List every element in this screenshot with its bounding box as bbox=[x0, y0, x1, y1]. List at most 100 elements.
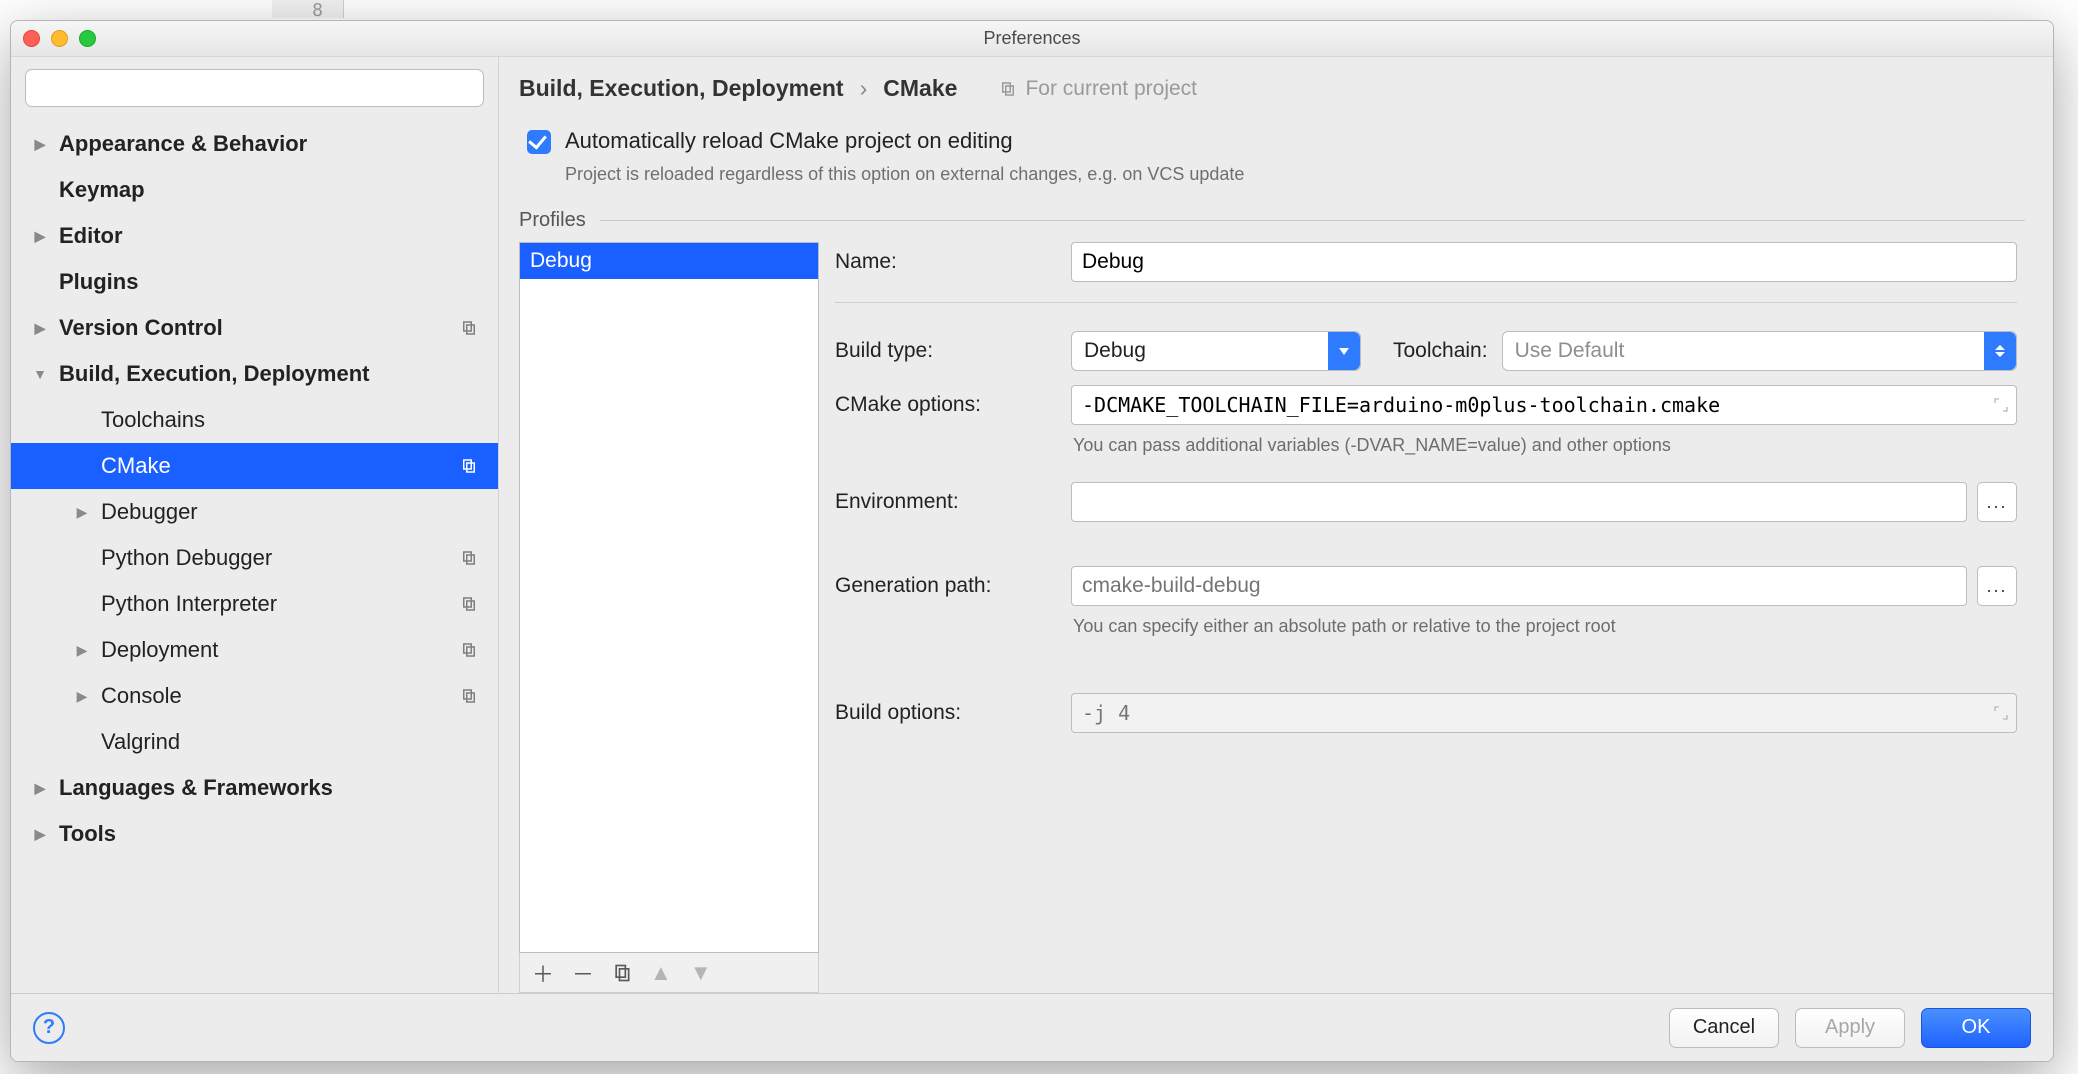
sidebar-item-toolchains[interactable]: Toolchains bbox=[11, 397, 498, 443]
search-input[interactable] bbox=[25, 69, 484, 107]
sidebar-item-label: Plugins bbox=[59, 269, 138, 295]
scope-label: For current project bbox=[999, 77, 1197, 101]
sidebar-item-build-execution-deployment[interactable]: ▼Build, Execution, Deployment bbox=[11, 351, 498, 397]
environment-input[interactable] bbox=[1071, 482, 1967, 522]
environment-browse-button[interactable]: ... bbox=[1977, 482, 2017, 522]
sidebar-item-languages-frameworks[interactable]: ▶ Languages & Frameworks bbox=[11, 765, 498, 811]
profile-item[interactable]: Debug bbox=[520, 243, 818, 279]
expand-arrow-icon: ▶ bbox=[31, 136, 49, 153]
add-profile-button[interactable]: ＋ bbox=[532, 957, 554, 989]
profile-list-panel: Debug ＋ － ▲ ▼ bbox=[519, 242, 819, 993]
profile-list[interactable]: Debug bbox=[519, 242, 819, 953]
generation-path-input[interactable] bbox=[1071, 566, 1967, 606]
expand-icon[interactable] bbox=[1993, 397, 2009, 413]
sidebar-item-label: Console bbox=[101, 683, 182, 709]
sidebar-item-valgrind[interactable]: Valgrind bbox=[11, 719, 498, 765]
toolchain-select[interactable]: Use Default bbox=[1502, 331, 2017, 371]
apply-button[interactable]: Apply bbox=[1795, 1008, 1905, 1048]
cmake-options-hint: You can pass additional variables (-DVAR… bbox=[1073, 435, 2017, 456]
profile-form: Name: Build type: Debug Toolchain: bbox=[835, 242, 2025, 993]
crumb-separator-icon: › bbox=[860, 75, 868, 102]
window-title: Preferences bbox=[11, 28, 2053, 49]
build-options-input[interactable] bbox=[1071, 693, 2017, 733]
sidebar-item-debugger[interactable]: ▶ Debugger bbox=[11, 489, 498, 535]
sidebar-item-label: Tools bbox=[59, 821, 116, 847]
name-label: Name: bbox=[835, 250, 1065, 274]
generation-path-label: Generation path: bbox=[835, 574, 1065, 598]
editor-gutter: 8 bbox=[272, 0, 344, 18]
sidebar-item-plugins[interactable]: Plugins bbox=[11, 259, 498, 305]
sidebar-item-cmake[interactable]: CMake bbox=[11, 443, 498, 489]
expand-icon[interactable] bbox=[1993, 705, 2009, 721]
auto-reload-label: Automatically reload CMake project on ed… bbox=[565, 128, 1013, 154]
expand-arrow-icon: ▶ bbox=[73, 504, 91, 521]
preferences-dialog: Preferences ▶ Appearance & Behavior Keymap… bbox=[10, 20, 2054, 1062]
chevron-updown-icon bbox=[1984, 332, 2016, 370]
name-input[interactable] bbox=[1071, 242, 2017, 282]
project-scope-icon bbox=[460, 457, 478, 475]
expand-arrow-icon: ▶ bbox=[31, 780, 49, 797]
sidebar-item-python-debugger[interactable]: Python Debugger bbox=[11, 535, 498, 581]
generation-path-hint: You can specify either an absolute path … bbox=[1073, 616, 2017, 637]
copy-profile-button[interactable] bbox=[612, 963, 632, 983]
expand-arrow-icon: ▶ bbox=[73, 688, 91, 705]
toolchain-label: Toolchain: bbox=[1393, 339, 1488, 363]
project-scope-icon bbox=[460, 595, 478, 613]
cancel-button[interactable]: Cancel bbox=[1669, 1008, 1779, 1048]
titlebar: Preferences bbox=[11, 21, 2053, 57]
sidebar-item-label: Python Debugger bbox=[101, 545, 272, 571]
crumb-leaf: CMake bbox=[883, 75, 957, 102]
sidebar: ▶ Appearance & Behavior Keymap ▶ Editor Plugi… bbox=[11, 57, 499, 993]
expand-arrow-icon: ▶ bbox=[31, 826, 49, 843]
sidebar-item-label: Appearance & Behavior bbox=[59, 131, 307, 157]
chevron-down-icon bbox=[1328, 332, 1360, 370]
sidebar-item-label: Toolchains bbox=[101, 407, 205, 433]
sidebar-item-label: Valgrind bbox=[101, 729, 180, 755]
sidebar-item-label: Deployment bbox=[101, 637, 218, 663]
project-scope-icon bbox=[999, 80, 1017, 98]
expand-arrow-icon: ▼ bbox=[31, 366, 49, 382]
dialog-footer: ? Cancel Apply OK bbox=[11, 993, 2053, 1061]
cmake-options-input[interactable] bbox=[1071, 385, 2017, 425]
move-up-button[interactable]: ▲ bbox=[650, 960, 672, 986]
environment-label: Environment: bbox=[835, 490, 1065, 514]
expand-arrow-icon: ▶ bbox=[31, 228, 49, 245]
cmake-options-label: CMake options: bbox=[835, 393, 1065, 417]
sidebar-item-label: CMake bbox=[101, 453, 171, 479]
auto-reload-checkbox[interactable] bbox=[527, 130, 551, 154]
build-type-select[interactable]: Debug bbox=[1071, 331, 1361, 371]
sidebar-item-appearance-behavior[interactable]: ▶ Appearance & Behavior bbox=[11, 121, 498, 167]
expand-arrow-icon: ▶ bbox=[31, 320, 49, 337]
sidebar-item-label: Keymap bbox=[59, 177, 145, 203]
sidebar-item-version-control[interactable]: ▶ Version Control bbox=[11, 305, 498, 351]
project-scope-icon bbox=[460, 549, 478, 567]
settings-tree: ▶ Appearance & Behavior Keymap ▶ Editor Plugi… bbox=[11, 115, 498, 993]
profile-toolbar: ＋ － ▲ ▼ bbox=[519, 953, 819, 993]
sidebar-item-deployment[interactable]: ▶ Deployment bbox=[11, 627, 498, 673]
auto-reload-help: Project is reloaded regardless of this o… bbox=[565, 164, 2025, 185]
sidebar-item-python-interpreter[interactable]: Python Interpreter bbox=[11, 581, 498, 627]
build-options-label: Build options: bbox=[835, 701, 1065, 725]
sidebar-item-editor[interactable]: ▶ Editor bbox=[11, 213, 498, 259]
move-down-button[interactable]: ▼ bbox=[690, 960, 712, 986]
project-scope-icon bbox=[460, 319, 478, 337]
sidebar-item-keymap[interactable]: Keymap bbox=[11, 167, 498, 213]
project-scope-icon bbox=[460, 687, 478, 705]
sidebar-item-label: Languages & Frameworks bbox=[59, 775, 333, 801]
sidebar-item-label: Python Interpreter bbox=[101, 591, 277, 617]
ok-button[interactable]: OK bbox=[1921, 1008, 2031, 1048]
help-button[interactable]: ? bbox=[33, 1012, 65, 1044]
sidebar-item-label: Version Control bbox=[59, 315, 223, 341]
project-scope-icon bbox=[460, 641, 478, 659]
breadcrumb: Build, Execution, Deployment › CMake For… bbox=[519, 75, 2025, 102]
sidebar-item-console[interactable]: ▶ Console bbox=[11, 673, 498, 719]
generation-path-browse-button[interactable]: ... bbox=[1977, 566, 2017, 606]
main-panel: Build, Execution, Deployment › CMake For… bbox=[499, 57, 2053, 993]
sidebar-item-label: Debugger bbox=[101, 499, 198, 525]
profiles-header: Profiles bbox=[519, 209, 2025, 232]
sidebar-item-tools[interactable]: ▶ Tools bbox=[11, 811, 498, 857]
expand-arrow-icon: ▶ bbox=[73, 642, 91, 659]
remove-profile-button[interactable]: － bbox=[572, 957, 594, 989]
crumb-root: Build, Execution, Deployment bbox=[519, 75, 844, 102]
sidebar-item-label: Editor bbox=[59, 223, 123, 249]
